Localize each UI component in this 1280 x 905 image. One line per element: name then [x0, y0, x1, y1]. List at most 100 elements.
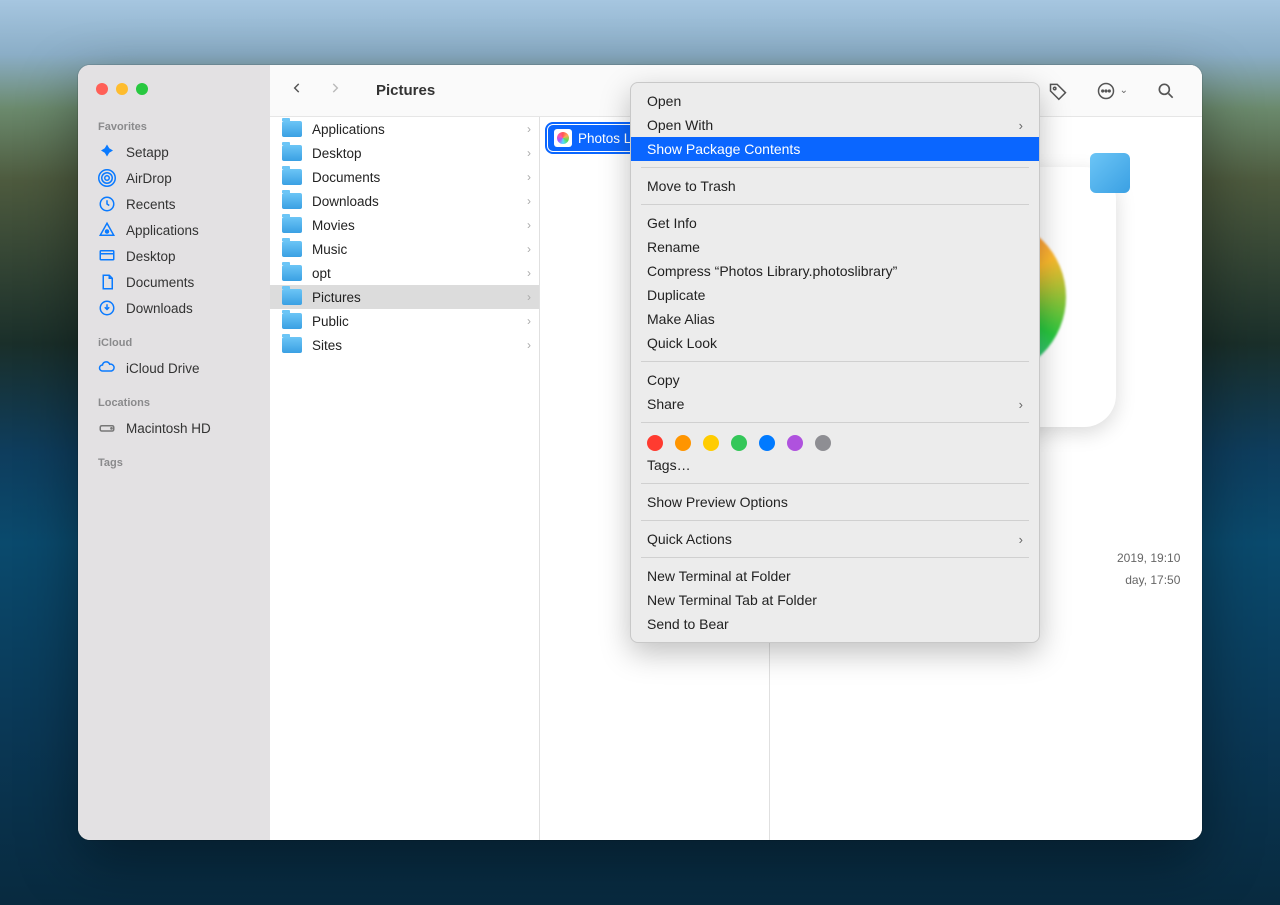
column-1: Applications › Desktop › Documents › Dow… — [270, 117, 540, 840]
chevron-right-icon: › — [527, 194, 531, 208]
chevron-right-icon: › — [527, 266, 531, 280]
sidebar-item-label: Applications — [126, 223, 199, 238]
sidebar-item-desktop[interactable]: Desktop — [78, 243, 270, 269]
tag-color-dot[interactable] — [731, 435, 747, 451]
chevron-right-icon: › — [527, 314, 531, 328]
context-menu-label: Compress “Photos Library.photoslibrary” — [647, 263, 897, 279]
context-menu-label: New Terminal at Folder — [647, 568, 791, 584]
tag-color-dot[interactable] — [703, 435, 719, 451]
context-menu-item[interactable]: Compress “Photos Library.photoslibrary” — [631, 259, 1039, 283]
sidebar-item-setapp[interactable]: Setapp — [78, 139, 270, 165]
context-menu-label: Tags… — [647, 457, 691, 473]
folder-icon — [282, 313, 302, 329]
sidebar-item-label: Downloads — [126, 301, 193, 316]
sidebar-item-label: Desktop — [126, 249, 176, 264]
tag-color-dot[interactable] — [647, 435, 663, 451]
context-menu-item[interactable]: Duplicate — [631, 283, 1039, 307]
folder-icon — [282, 265, 302, 281]
menu-separator — [641, 520, 1029, 521]
context-menu-item[interactable]: Share› — [631, 392, 1039, 416]
menu-separator — [641, 557, 1029, 558]
folder-label: Pictures — [312, 290, 361, 305]
folder-row[interactable]: Downloads › — [270, 189, 539, 213]
tag-color-dot[interactable] — [759, 435, 775, 451]
clock-icon — [98, 195, 116, 213]
applications-icon — [98, 221, 116, 239]
sidebar-item-recents[interactable]: Recents — [78, 191, 270, 217]
context-menu-item[interactable]: Quick Actions› — [631, 527, 1039, 551]
context-menu-item[interactable]: Open With› — [631, 113, 1039, 137]
tag-color-dot[interactable] — [787, 435, 803, 451]
folder-label: Public — [312, 314, 349, 329]
folder-icon — [282, 169, 302, 185]
context-menu-label: Quick Look — [647, 335, 717, 351]
tag-color-dot[interactable] — [815, 435, 831, 451]
chevron-right-icon: › — [527, 338, 531, 352]
context-menu-item[interactable]: New Terminal at Folder — [631, 564, 1039, 588]
folder-row[interactable]: Public › — [270, 309, 539, 333]
folder-icon — [282, 217, 302, 233]
folder-label: Downloads — [312, 194, 379, 209]
folder-row[interactable]: Applications › — [270, 117, 539, 141]
chevron-right-icon: › — [527, 146, 531, 160]
forward-button[interactable] — [328, 79, 342, 102]
sidebar-item-downloads[interactable]: Downloads — [78, 295, 270, 321]
more-actions-button[interactable]: ⌄ — [1096, 81, 1128, 101]
search-button[interactable] — [1156, 81, 1176, 101]
menu-separator — [641, 361, 1029, 362]
context-menu-label: Open With — [647, 117, 713, 133]
context-menu-label: Show Preview Options — [647, 494, 788, 510]
nav-buttons — [270, 79, 362, 102]
context-menu-item[interactable]: Show Preview Options — [631, 490, 1039, 514]
context-menu-label: Get Info — [647, 215, 697, 231]
context-menu-item[interactable]: Copy — [631, 368, 1039, 392]
context-menu-label: Send to Bear — [647, 616, 729, 632]
folder-label: Movies — [312, 218, 355, 233]
folder-row[interactable]: Desktop › — [270, 141, 539, 165]
tags-button[interactable] — [1048, 81, 1068, 101]
document-icon — [98, 273, 116, 291]
sidebar-item-airdrop[interactable]: AirDrop — [78, 165, 270, 191]
folder-icon — [282, 121, 302, 137]
sidebar-item-documents[interactable]: Documents — [78, 269, 270, 295]
sidebar-item-icloud-drive[interactable]: iCloud Drive — [78, 355, 270, 381]
context-menu-item[interactable]: New Terminal Tab at Folder — [631, 588, 1039, 612]
minimize-button[interactable] — [116, 83, 128, 95]
context-menu-item[interactable]: Make Alias — [631, 307, 1039, 331]
context-menu-item[interactable]: Tags… — [631, 453, 1039, 477]
tag-color-dot[interactable] — [675, 435, 691, 451]
folder-row[interactable]: Sites › — [270, 333, 539, 357]
sidebar-item-label: Documents — [126, 275, 194, 290]
context-menu-item[interactable]: Quick Look — [631, 331, 1039, 355]
context-menu-item[interactable]: Move to Trash — [631, 174, 1039, 198]
context-menu-item[interactable]: Open — [631, 89, 1039, 113]
chevron-right-icon: › — [1019, 397, 1023, 412]
airdrop-icon — [98, 169, 116, 187]
sidebar-header: Tags — [78, 451, 270, 475]
back-button[interactable] — [290, 79, 304, 102]
context-menu-item[interactable]: Get Info — [631, 211, 1039, 235]
folder-row[interactable]: Documents › — [270, 165, 539, 189]
sidebar-section-locations: Locations Macintosh HD — [78, 389, 270, 449]
sidebar-item-macintosh-hd[interactable]: Macintosh HD — [78, 415, 270, 441]
folder-row[interactable]: Movies › — [270, 213, 539, 237]
context-menu[interactable]: OpenOpen With›Show Package ContentsMove … — [630, 82, 1040, 643]
photos-library-icon — [554, 129, 572, 147]
context-menu-item[interactable]: Show Package Contents — [631, 137, 1039, 161]
folder-row[interactable]: opt › — [270, 261, 539, 285]
close-button[interactable] — [96, 83, 108, 95]
context-menu-item[interactable]: Send to Bear — [631, 612, 1039, 636]
folder-icon — [282, 241, 302, 257]
sidebar-item-applications[interactable]: Applications — [78, 217, 270, 243]
context-menu-item[interactable]: Rename — [631, 235, 1039, 259]
zoom-button[interactable] — [136, 83, 148, 95]
context-menu-label: Copy — [647, 372, 680, 388]
folder-row[interactable]: Pictures › — [270, 285, 539, 309]
folder-icon — [282, 337, 302, 353]
sidebar-section-tags: Tags — [78, 449, 270, 483]
sidebar-header: Favorites — [78, 115, 270, 139]
folder-row[interactable]: Music › — [270, 237, 539, 261]
chevron-right-icon: › — [527, 290, 531, 304]
folder-label: Desktop — [312, 146, 362, 161]
chevron-right-icon: › — [1019, 532, 1023, 547]
